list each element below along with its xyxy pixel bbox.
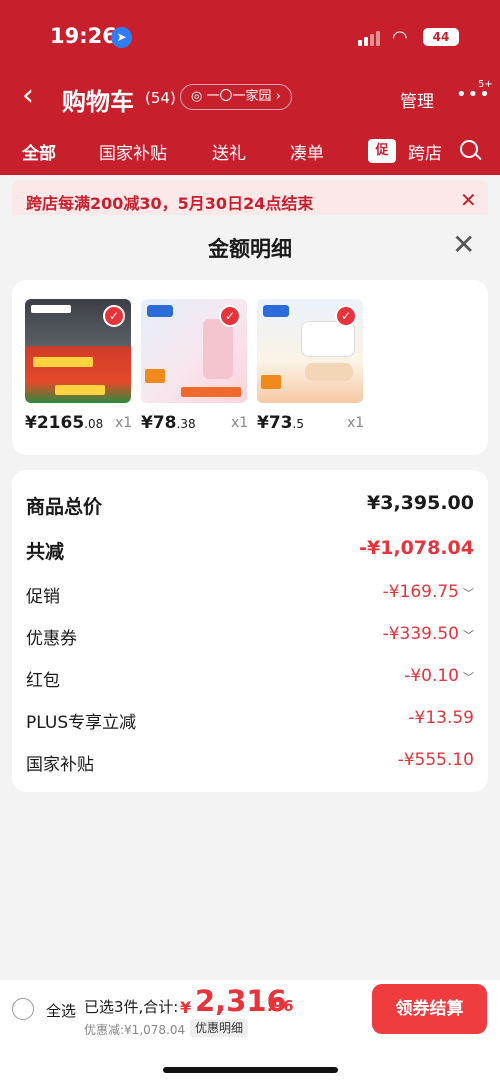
checkout-button[interactable]: 领券结算	[372, 984, 487, 1034]
row-value: -¥555.10	[397, 750, 474, 770]
row-red-packet[interactable]: 红包 -¥0.10 ﹀	[26, 666, 474, 692]
checked-icon: ✓	[219, 305, 241, 327]
product-quantity: x1	[231, 415, 249, 431]
selected-info: 已选3件,合计:	[84, 998, 179, 1016]
chevron-down-icon: ﹀	[463, 671, 474, 684]
amount-detail-sheet: 金额明细 ✕ ✓ ¥2165.08 x1 ✓ ¥78.38 x1 ✓ ¥73.5…	[0, 215, 500, 980]
tab-cross-store[interactable]: 跨店	[408, 139, 442, 164]
product-quantity: x1	[347, 415, 365, 431]
row-label: 红包	[26, 671, 60, 691]
row-value: -¥339.50	[382, 624, 459, 644]
manage-button[interactable]: 管理	[400, 87, 434, 112]
row-label: 优惠券	[26, 629, 77, 649]
row-label: 促销	[26, 587, 60, 607]
row-value-wrap: -¥169.75 ﹀	[383, 582, 474, 602]
product-price: ¥78.38	[141, 413, 196, 433]
sheet-title: 金额明细	[208, 237, 292, 261]
tab-national-subsidy[interactable]: 国家补贴	[99, 139, 167, 164]
signal-icon	[358, 30, 382, 46]
status-time: 19:26	[50, 24, 117, 48]
row-plus-discount: PLUS专享立减 -¥13.59	[26, 708, 474, 734]
address-text: 一〇一家园	[206, 89, 272, 104]
checkout-bar: 全选 已选3件,合计: ¥ 2,316 .96 优惠减:¥1,078.04 优惠…	[0, 980, 500, 1083]
battery-icon: 44	[423, 28, 459, 46]
select-all-label[interactable]: 全选	[46, 1000, 76, 1021]
row-value: ¥3,395.00	[367, 492, 474, 514]
promo-tag: 促	[368, 139, 396, 163]
product-image-range-hood: ✓	[25, 299, 131, 403]
status-bar: 19:26 ➤ ◠ 44	[0, 0, 500, 60]
chevron-down-icon: ﹀	[463, 587, 474, 600]
row-value: -¥1,078.04	[359, 537, 474, 559]
cart-count: (54)	[145, 89, 176, 107]
row-value: -¥169.75	[382, 582, 459, 602]
product-price: ¥2165.08	[25, 413, 104, 433]
location-icon: ➤	[111, 27, 132, 48]
discount-detail-button[interactable]: 优惠明细	[190, 1019, 249, 1037]
total-cents: .96	[267, 997, 294, 1015]
tab-all[interactable]: 全部	[22, 139, 56, 164]
product-image-blender: ✓	[141, 299, 247, 403]
total-currency: ¥	[180, 998, 192, 1017]
row-label: 共减	[26, 541, 65, 563]
checked-icon: ✓	[335, 305, 357, 327]
cart-header: ‹ 购物车 (54) ◎ 一〇一家园 › 管理 ••• 5+	[0, 72, 500, 122]
tab-bundle[interactable]: 凑单	[290, 139, 324, 164]
home-indicator	[163, 1067, 338, 1073]
row-value: -¥0.10	[404, 666, 459, 686]
row-label: PLUS专享立减	[26, 713, 137, 733]
address-selector[interactable]: ◎ 一〇一家园 ›	[180, 84, 292, 110]
row-label: 国家补贴	[26, 755, 94, 775]
wifi-icon: ◠	[392, 27, 408, 48]
product-image-egg-cooker: ✓	[257, 299, 363, 403]
checked-icon: ✓	[103, 305, 125, 327]
row-label: 商品总价	[26, 496, 103, 518]
amount-breakdown-card: 商品总价 ¥3,395.00 共减 -¥1,078.04 促销 -¥169.75…	[12, 470, 488, 792]
row-promotion[interactable]: 促销 -¥169.75 ﹀	[26, 582, 474, 608]
close-icon[interactable]: ✕	[452, 231, 475, 259]
selected-products-card: ✓ ¥2165.08 x1 ✓ ¥78.38 x1 ✓ ¥73.5 x1	[12, 280, 488, 455]
row-total-discount: 共减 -¥1,078.04	[26, 537, 474, 563]
row-goods-total: 商品总价 ¥3,395.00	[26, 492, 474, 518]
tab-gift[interactable]: 送礼	[212, 139, 246, 164]
promo-banner-text: 跨店每满200减30，5月30日24点结束	[26, 194, 314, 213]
cart-tabs: 全部 国家补贴 送礼 凑单 跨店	[0, 125, 500, 175]
chevron-down-icon: ﹀	[463, 629, 474, 642]
select-all-radio[interactable]	[12, 998, 34, 1020]
cart-title: 购物车	[62, 88, 134, 116]
product-price: ¥73.5	[257, 413, 304, 433]
row-value-wrap: -¥339.50 ﹀	[383, 624, 474, 644]
row-national-subsidy: 国家补贴 -¥555.10	[26, 750, 474, 776]
product-quantity: x1	[115, 415, 133, 431]
more-badge: 5+	[478, 79, 493, 90]
row-value: -¥13.59	[408, 708, 474, 728]
search-icon[interactable]	[460, 140, 478, 158]
discount-summary: 优惠减:¥1,078.04	[84, 1023, 186, 1037]
row-coupon[interactable]: 优惠券 -¥339.50 ﹀	[26, 624, 474, 650]
row-value-wrap: -¥0.10 ﹀	[404, 666, 474, 686]
promo-banner: 跨店每满200减30，5月30日24点结束 ✕	[12, 180, 488, 220]
back-icon[interactable]: ‹	[22, 78, 34, 113]
close-icon[interactable]: ✕	[460, 188, 477, 212]
